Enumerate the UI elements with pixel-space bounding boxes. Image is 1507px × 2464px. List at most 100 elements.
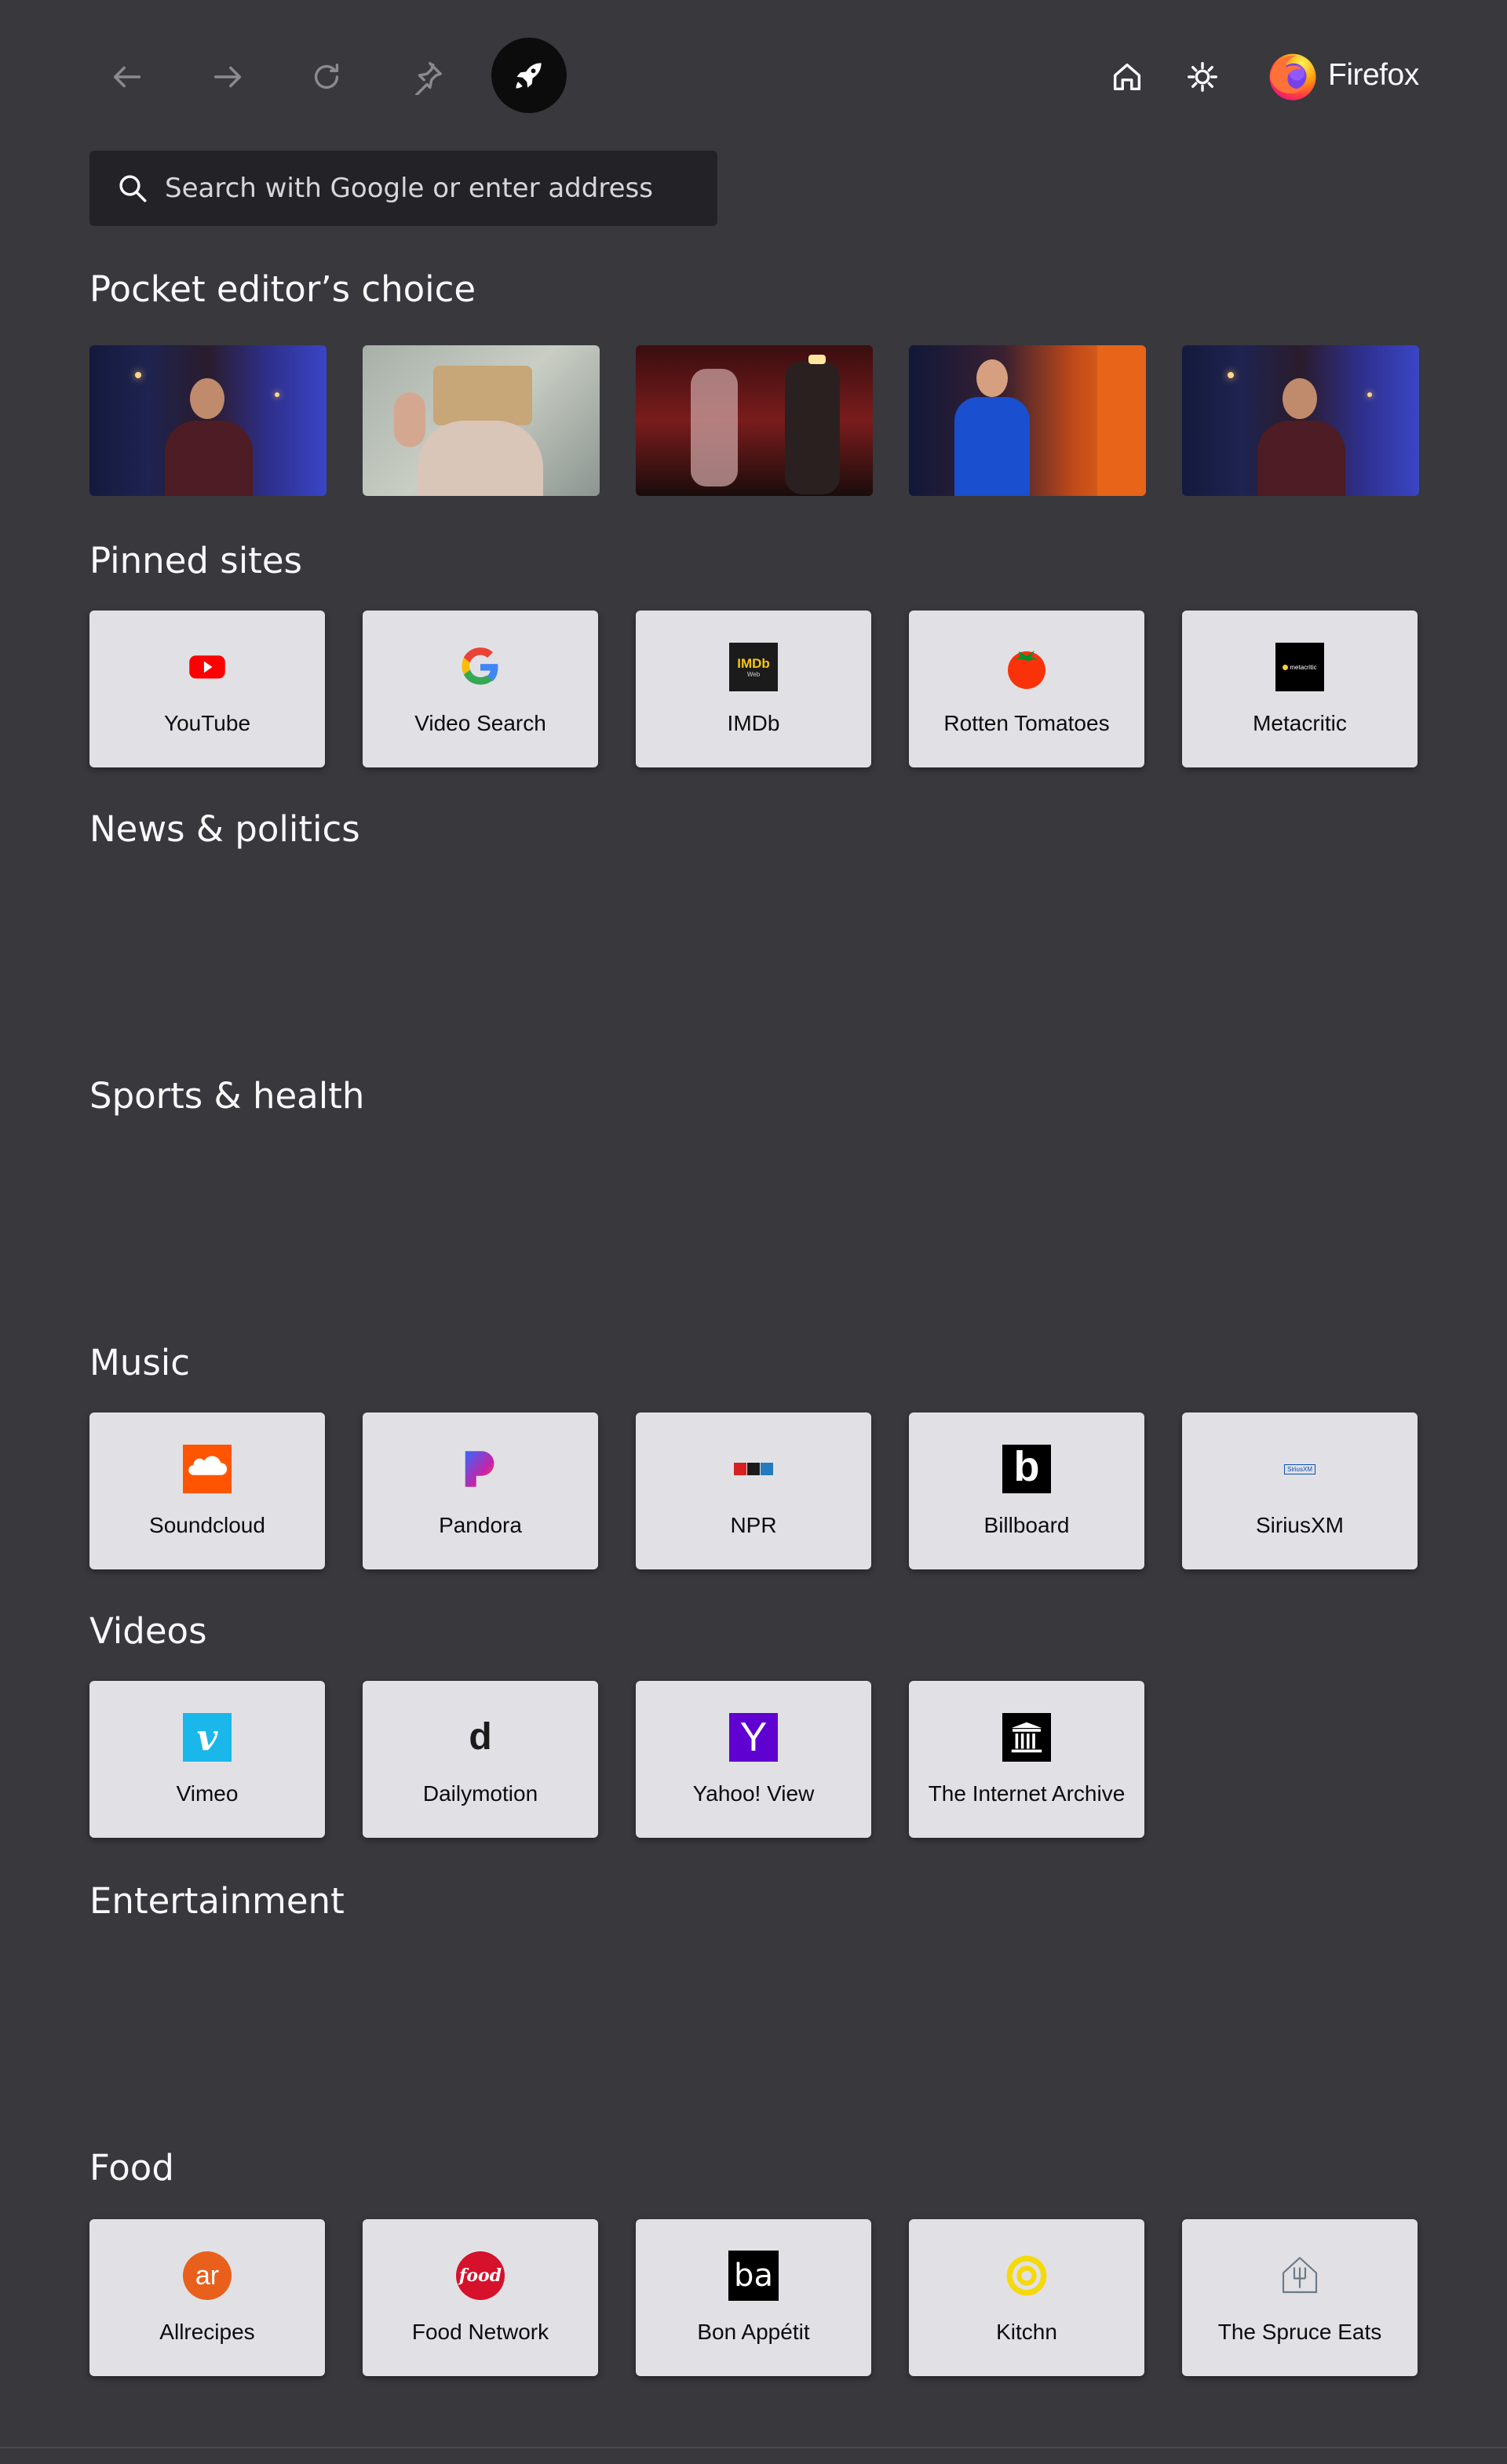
- section-title-music: Music: [89, 1342, 191, 1383]
- search-icon: [119, 175, 147, 202]
- tile-imdb[interactable]: IMDb Web IMDb: [636, 611, 871, 767]
- tomato-icon: [1002, 642, 1052, 692]
- tile-label: YouTube: [163, 711, 251, 735]
- tile-label: NPR: [730, 1513, 777, 1537]
- dailymotion-icon: d: [455, 1712, 505, 1762]
- metacritic-icon: metacritic: [1275, 642, 1325, 692]
- allrecipes-icon: ar: [182, 2251, 232, 2301]
- tile-label: Allrecipes: [159, 2320, 255, 2344]
- bon-appetit-icon: ba: [728, 2251, 779, 2301]
- pandora-icon: [455, 1444, 505, 1494]
- reload-icon[interactable]: [298, 49, 355, 105]
- settings-icon[interactable]: [1174, 49, 1231, 105]
- pocket-stories: [89, 345, 1419, 496]
- tile-label: Bon Appétit: [697, 2320, 810, 2344]
- tile-allrecipes[interactable]: ar Allrecipes: [89, 2219, 325, 2376]
- tile-dailymotion[interactable]: d Dailymotion: [363, 1681, 598, 1838]
- food-network-icon: food: [455, 2251, 505, 2301]
- rocket-button[interactable]: [491, 38, 567, 113]
- section-title-entertainment: Entertainment: [89, 1880, 345, 1922]
- metacritic-logo-text: metacritic: [1290, 663, 1317, 671]
- back-arrow-icon[interactable]: [99, 49, 155, 105]
- tile-label: Vimeo: [176, 1781, 239, 1806]
- tile-label: The Internet Archive: [928, 1781, 1126, 1806]
- imdb-logo-text: IMDb: [737, 655, 770, 671]
- allrecipes-logo-text: ar: [195, 2261, 220, 2291]
- tile-bon-appetit[interactable]: ba Bon Appétit: [636, 2219, 871, 2376]
- section-title-videos: Videos: [89, 1610, 207, 1652]
- section-title-food: Food: [89, 2147, 174, 2189]
- billboard-logo-text: b: [1013, 1443, 1040, 1490]
- tile-siriusxm[interactable]: SiriusXM SiriusXM: [1182, 1412, 1418, 1569]
- tile-video-search[interactable]: Video Search: [363, 611, 598, 767]
- section-title-pinned: Pinned sites: [89, 540, 302, 581]
- food-row: ar Allrecipes food Food Network ba Bon A…: [89, 2219, 1418, 2376]
- tile-label: SiriusXM: [1255, 1513, 1344, 1537]
- bottom-divider: [0, 2447, 1507, 2448]
- tile-label: The Spruce Eats: [1217, 2320, 1382, 2344]
- pocket-story-image[interactable]: [363, 345, 600, 496]
- imdb-logo-subtext: Web: [746, 670, 761, 678]
- tile-label: Billboard: [983, 1513, 1070, 1537]
- archive-icon: [1002, 1712, 1052, 1762]
- tile-metacritic[interactable]: metacritic Metacritic: [1182, 611, 1418, 767]
- tile-label: Metacritic: [1253, 711, 1347, 735]
- pinned-sites-row: YouTube Video Search IMDb Web IMDb Rotte…: [89, 611, 1418, 767]
- yahoo-icon: Y: [728, 1712, 779, 1762]
- tile-soundcloud[interactable]: Soundcloud: [89, 1412, 325, 1569]
- pocket-story-image[interactable]: [909, 345, 1146, 496]
- spruce-eats-icon: [1275, 2251, 1325, 2301]
- tile-label: Kitchn: [996, 2320, 1057, 2344]
- pin-icon[interactable]: [399, 49, 455, 105]
- siriusxm-icon: SiriusXM: [1275, 1444, 1325, 1494]
- firefox-brand: Firefox: [1265, 46, 1419, 105]
- tile-label: Food Network: [411, 2320, 549, 2344]
- videos-row: v Vimeo d Dailymotion Y Yahoo! View The …: [89, 1681, 1144, 1838]
- tile-billboard[interactable]: b Billboard: [909, 1412, 1144, 1569]
- tile-label: Rotten Tomatoes: [943, 711, 1110, 735]
- tile-food-network[interactable]: food Food Network: [363, 2219, 598, 2376]
- toolbar: Firefox: [0, 0, 1507, 149]
- tile-label: Soundcloud: [149, 1513, 265, 1537]
- tile-npr[interactable]: npr NPR: [636, 1412, 871, 1569]
- youtube-icon: [182, 642, 232, 692]
- firefox-wordmark: Firefox: [1328, 58, 1419, 92]
- food-network-logo-text: food: [458, 2265, 502, 2286]
- google-icon: [455, 642, 505, 692]
- imdb-icon: IMDb Web: [728, 642, 779, 692]
- rocket-icon: [516, 63, 542, 89]
- tile-label: Yahoo! View: [692, 1781, 815, 1806]
- pocket-story-image[interactable]: [636, 345, 873, 496]
- vimeo-logo-text: v: [196, 1716, 218, 1759]
- search-input[interactable]: [163, 172, 717, 205]
- tile-label: IMDb: [727, 711, 780, 735]
- tile-vimeo[interactable]: v Vimeo: [89, 1681, 325, 1838]
- billboard-icon: b: [1002, 1444, 1052, 1494]
- tile-pandora[interactable]: Pandora: [363, 1412, 598, 1569]
- music-row: Soundcloud Pandora npr NPR b Billboard S…: [89, 1412, 1418, 1569]
- tile-yahoo-view[interactable]: Y Yahoo! View: [636, 1681, 871, 1838]
- tile-internet-archive[interactable]: The Internet Archive: [909, 1681, 1144, 1838]
- npr-icon: npr: [728, 1444, 779, 1494]
- vimeo-icon: v: [182, 1712, 232, 1762]
- dailymotion-logo-text: d: [469, 1716, 492, 1758]
- section-title-sports: Sports & health: [89, 1075, 365, 1117]
- search-bar[interactable]: [89, 151, 717, 226]
- tile-label: Video Search: [414, 711, 546, 735]
- bon-appetit-logo-text: ba: [734, 2258, 773, 2294]
- kitchn-icon: [1002, 2251, 1052, 2301]
- section-title-news: News & politics: [89, 808, 360, 850]
- forward-arrow-icon[interactable]: [199, 49, 256, 105]
- soundcloud-icon: [182, 1444, 232, 1494]
- tile-label: Dailymotion: [422, 1781, 538, 1806]
- tile-spruce-eats[interactable]: The Spruce Eats: [1182, 2219, 1418, 2376]
- pocket-story-image[interactable]: [1182, 345, 1419, 496]
- tile-rotten-tomatoes[interactable]: Rotten Tomatoes: [909, 611, 1144, 767]
- firefox-logo: [1269, 53, 1316, 100]
- yahoo-logo-text: Y: [739, 1715, 768, 1760]
- pocket-story-image[interactable]: [89, 345, 327, 496]
- home-icon[interactable]: [1099, 49, 1155, 105]
- section-title-pocket: Pocket editor’s choice: [89, 268, 476, 310]
- tile-kitchn[interactable]: Kitchn: [909, 2219, 1144, 2376]
- tile-youtube[interactable]: YouTube: [89, 611, 325, 767]
